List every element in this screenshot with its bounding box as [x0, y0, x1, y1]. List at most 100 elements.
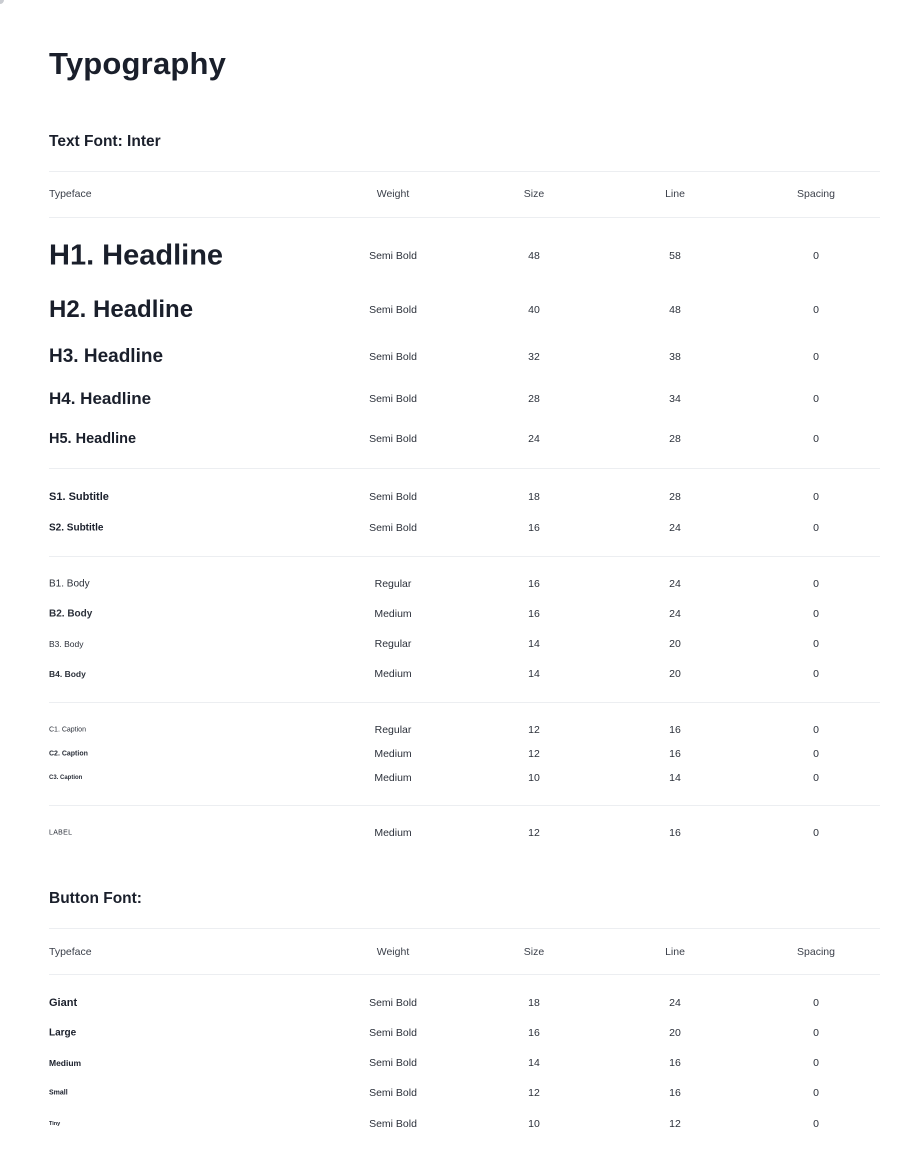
text-font-section-title: Text Font: Inter	[49, 133, 161, 150]
spacing-value: 0	[813, 578, 819, 590]
line-value: 48	[669, 304, 681, 316]
typeface-sample: C3. Caption	[49, 775, 83, 781]
typeface-sample: B1. Body	[49, 578, 90, 590]
spacing-value: 0	[813, 668, 819, 680]
spacing-value: 0	[813, 433, 819, 445]
typeface-sample: C2. Caption	[49, 750, 88, 758]
divider	[49, 468, 880, 469]
size-value: 12	[528, 827, 540, 839]
size-value: 16	[528, 1027, 540, 1039]
weight-value: Semi Bold	[369, 491, 417, 503]
line-value: 34	[669, 393, 681, 405]
size-value: 12	[528, 748, 540, 760]
weight-value: Regular	[374, 578, 412, 590]
window-corner	[0, 0, 4, 4]
line-value: 14	[669, 772, 681, 784]
spacing-value: 0	[813, 608, 819, 620]
line-value: 12	[669, 1118, 681, 1130]
typeface-sample: B2. Body	[49, 608, 93, 620]
weight-value: Semi Bold	[369, 1087, 417, 1099]
column-header-size: Size	[523, 188, 545, 200]
size-value: 18	[528, 997, 540, 1009]
typeface-sample: H4. Headline	[49, 389, 152, 408]
weight-value: Semi Bold	[369, 304, 417, 316]
line-value: 58	[669, 250, 681, 262]
line-value: 20	[669, 1027, 681, 1039]
spacing-value: 0	[813, 997, 819, 1009]
spacing-value: 0	[813, 638, 819, 650]
typeface-sample: H2. Headline	[49, 296, 194, 323]
divider	[49, 805, 880, 806]
typeface-sample: Small	[49, 1089, 68, 1097]
spacing-value: 0	[813, 827, 819, 839]
weight-value: Semi Bold	[369, 522, 417, 534]
size-value: 10	[528, 772, 540, 784]
size-value: 14	[528, 668, 540, 680]
column-header-typeface: Typeface	[49, 188, 92, 200]
line-value: 24	[669, 578, 681, 590]
typeface-sample: H3. Headline	[49, 346, 164, 367]
divider	[49, 928, 880, 929]
typeface-sample: LABEL	[49, 829, 73, 837]
column-header-size: Size	[523, 946, 545, 958]
size-value: 16	[528, 522, 540, 534]
column-header-line: Line	[665, 188, 685, 200]
weight-value: Regular	[374, 638, 412, 650]
spacing-value: 0	[813, 250, 819, 262]
typeface-sample: Medium	[49, 1058, 82, 1068]
line-value: 38	[669, 351, 681, 363]
size-value: 32	[528, 351, 540, 363]
spacing-value: 0	[813, 491, 819, 503]
divider	[49, 702, 880, 703]
line-value: 16	[669, 748, 681, 760]
weight-value: Medium	[374, 608, 412, 620]
typeface-sample: B3. Body	[49, 639, 84, 649]
size-value: 10	[528, 1118, 540, 1130]
typeface-sample: Giant	[49, 997, 78, 1009]
spacing-value: 0	[813, 1087, 819, 1099]
line-value: 16	[669, 1057, 681, 1069]
spacing-value: 0	[813, 724, 819, 736]
column-header-spacing: Spacing	[797, 188, 835, 200]
size-value: 14	[528, 1057, 540, 1069]
weight-value: Semi Bold	[369, 351, 417, 363]
typeface-sample: S1. Subtitle	[49, 491, 109, 503]
typeface-sample: H1. Headline	[49, 239, 224, 272]
weight-value: Medium	[374, 668, 412, 680]
weight-value: Regular	[374, 724, 412, 736]
divider	[49, 556, 880, 557]
weight-value: Semi Bold	[369, 250, 417, 262]
line-value: 24	[669, 997, 681, 1009]
weight-value: Semi Bold	[369, 433, 417, 445]
size-value: 16	[528, 608, 540, 620]
typeface-sample: H5. Headline	[49, 431, 137, 447]
typeface-sample: C1. Caption	[49, 726, 86, 734]
line-value: 16	[669, 1087, 681, 1099]
size-value: 14	[528, 638, 540, 650]
spacing-value: 0	[813, 772, 819, 784]
weight-value: Semi Bold	[369, 393, 417, 405]
typeface-sample: Large	[49, 1027, 77, 1039]
line-value: 24	[669, 608, 681, 620]
spacing-value: 0	[813, 393, 819, 405]
column-header-typeface: Typeface	[49, 946, 92, 958]
weight-value: Medium	[374, 748, 412, 760]
spacing-value: 0	[813, 304, 819, 316]
spacing-value: 0	[813, 748, 819, 760]
line-value: 28	[669, 491, 681, 503]
line-value: 16	[669, 724, 681, 736]
column-header-weight: Weight	[376, 946, 410, 958]
line-value: 20	[669, 638, 681, 650]
size-value: 28	[528, 393, 540, 405]
divider	[49, 171, 880, 172]
spacing-value: 0	[813, 1118, 819, 1130]
weight-value: Semi Bold	[369, 997, 417, 1009]
line-value: 24	[669, 522, 681, 534]
spacing-value: 0	[813, 522, 819, 534]
size-value: 40	[528, 304, 540, 316]
typeface-sample: Tiny	[49, 1121, 61, 1127]
button-font-section-title: Button Font:	[49, 890, 142, 907]
divider	[49, 217, 880, 218]
size-value: 48	[528, 250, 540, 262]
line-value: 28	[669, 433, 681, 445]
